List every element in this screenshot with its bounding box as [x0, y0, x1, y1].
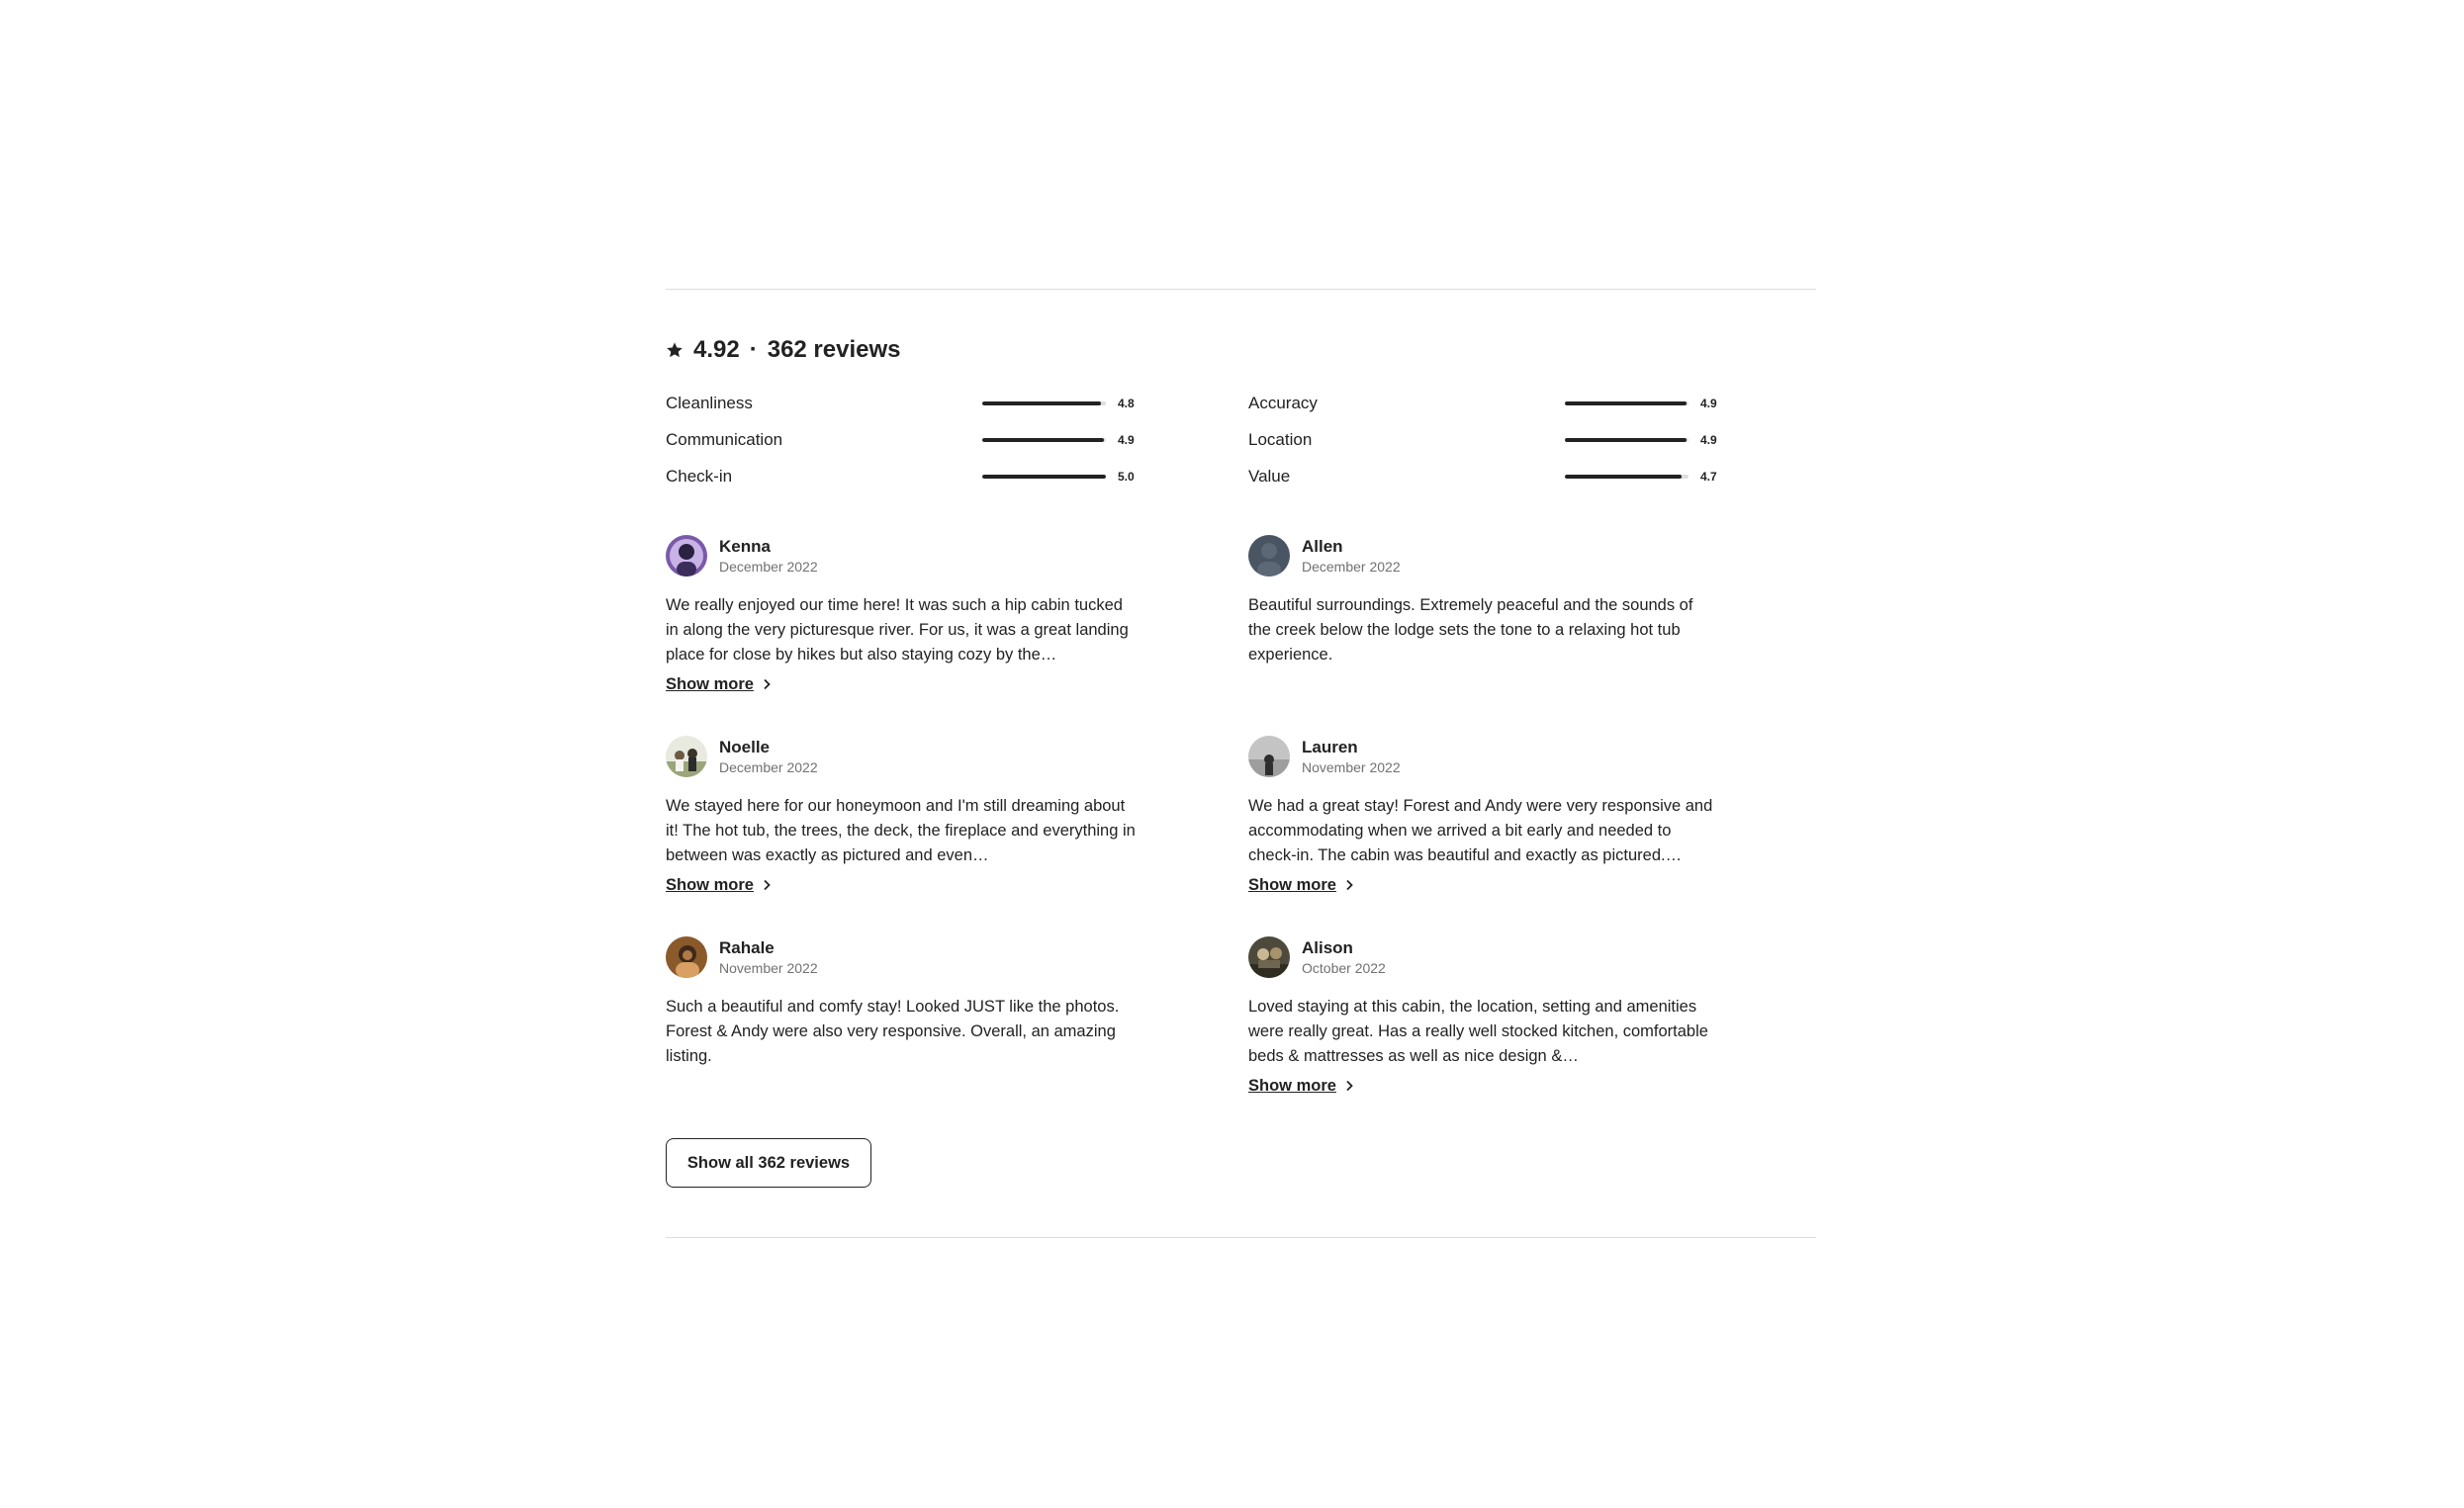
rating-bar: [1565, 401, 1688, 405]
rating-value: 4.7: [1700, 470, 1717, 484]
review-card: Rahale November 2022 Such a beautiful an…: [666, 935, 1248, 1136]
show-more-link[interactable]: Show more: [1248, 1075, 1354, 1097]
rating-value: 4.9: [1118, 433, 1135, 447]
rating-row: Accuracy 4.9: [1248, 394, 1731, 413]
reviews-grid: Kenna December 2022 We really enjoyed ou…: [666, 534, 1731, 1136]
show-more-link[interactable]: Show more: [1248, 874, 1354, 896]
rating-row: Value 4.7: [1248, 467, 1731, 487]
avatar[interactable]: [1248, 936, 1290, 978]
show-more-label: Show more: [1248, 1077, 1336, 1095]
review-date: December 2022: [719, 559, 818, 575]
rating-bar-fill: [982, 438, 1104, 442]
review-date: December 2022: [719, 759, 818, 775]
avatar[interactable]: [666, 936, 707, 978]
review-header: Noelle December 2022: [666, 735, 1248, 778]
rating-value: 5.0: [1118, 470, 1135, 484]
chevron-right-icon: [1344, 879, 1354, 891]
review-card: Kenna December 2022 We really enjoyed ou…: [666, 534, 1248, 735]
review-text: Beautiful surroundings. Extremely peacef…: [1248, 596, 1693, 664]
review-card: Allen December 2022 Beautiful surroundin…: [1248, 534, 1731, 735]
review-header: Allen December 2022: [1248, 534, 1731, 577]
rating-label: Accuracy: [1248, 394, 1318, 412]
rating-row: Check-in 5.0: [666, 467, 1248, 487]
chevron-right-icon: [762, 879, 772, 891]
review-date: December 2022: [1302, 559, 1401, 575]
show-more-label: Show more: [666, 675, 754, 693]
overall-rating: 4.92: [693, 336, 740, 363]
reviewer-name: Alison: [1302, 938, 1353, 957]
rating-bar: [982, 438, 1106, 442]
rating-row: Cleanliness 4.8: [666, 394, 1248, 413]
rating-value: 4.9: [1700, 397, 1717, 410]
rating-label: Check-in: [666, 467, 733, 486]
reviewer-info: Rahale November 2022: [719, 937, 818, 977]
review-card: Lauren November 2022 We had a great stay…: [1248, 735, 1731, 935]
avatar[interactable]: [666, 535, 707, 577]
review-card: Alison October 2022 Loved staying at thi…: [1248, 935, 1731, 1136]
avatar[interactable]: [1248, 736, 1290, 777]
review-date: November 2022: [719, 960, 818, 976]
rating-bar: [1565, 475, 1688, 479]
chevron-right-icon: [1344, 1080, 1354, 1092]
review-header: Rahale November 2022: [666, 935, 1248, 979]
reviewer-name: Noelle: [719, 738, 771, 756]
top-divider: [666, 289, 1816, 290]
reviews-page: 4.92 · 362 reviews Cleanliness 4.8 Accur…: [0, 0, 2464, 1508]
reviewer-info: Noelle December 2022: [719, 737, 818, 776]
rating-bar-fill: [1565, 438, 1687, 442]
review-text: We really enjoyed our time here! It was …: [666, 596, 1129, 664]
review-text: Such a beautiful and comfy stay! Looked …: [666, 998, 1120, 1065]
rating-row: Location 4.9: [1248, 430, 1731, 450]
review-header: Lauren November 2022: [1248, 735, 1731, 778]
rating-value: 4.9: [1700, 433, 1717, 447]
review-header: Alison October 2022: [1248, 935, 1731, 979]
reviewer-info: Allen December 2022: [1302, 536, 1401, 576]
show-more-link[interactable]: Show more: [666, 673, 772, 695]
rating-label: Value: [1248, 467, 1291, 486]
rating-row: Communication 4.9: [666, 430, 1248, 450]
rating-label: Location: [1248, 430, 1313, 449]
rating-bar-fill: [1565, 475, 1682, 479]
rating-bar-fill: [982, 401, 1101, 405]
bottom-divider: [666, 1237, 1816, 1238]
review-text: We had a great stay! Forest and Andy wer…: [1248, 797, 1713, 864]
avatar[interactable]: [1248, 535, 1290, 577]
show-more-link[interactable]: Show more: [666, 874, 772, 896]
chevron-right-icon: [762, 678, 772, 690]
reviewer-info: Kenna December 2022: [719, 536, 818, 576]
avatar[interactable]: [666, 736, 707, 777]
review-text: Loved staying at this cabin, the locatio…: [1248, 998, 1708, 1065]
rating-bar-fill: [1565, 401, 1687, 405]
show-more-label: Show more: [1248, 876, 1336, 894]
reviewer-name: Kenna: [719, 537, 771, 556]
review-text: We stayed here for our honeymoon and I'm…: [666, 797, 1136, 864]
rating-value: 4.8: [1118, 397, 1135, 410]
reviewer-name: Lauren: [1302, 738, 1358, 756]
category-ratings: Cleanliness 4.8 Accuracy 4.9 Communicati…: [666, 394, 1731, 487]
reviewer-info: Alison October 2022: [1302, 937, 1386, 977]
review-date: November 2022: [1302, 759, 1401, 775]
reviewer-info: Lauren November 2022: [1302, 737, 1401, 776]
review-card: Noelle December 2022 We stayed here for …: [666, 735, 1248, 935]
rating-label: Cleanliness: [666, 394, 753, 412]
review-header: Kenna December 2022: [666, 534, 1248, 577]
summary-separator: ·: [749, 336, 758, 363]
rating-summary: 4.92 · 362 reviews: [666, 336, 901, 364]
rating-bar: [982, 475, 1106, 479]
star-icon: [666, 341, 684, 359]
reviewer-name: Allen: [1302, 537, 1343, 556]
review-date: October 2022: [1302, 960, 1386, 976]
show-more-label: Show more: [666, 876, 754, 894]
reviewer-name: Rahale: [719, 938, 775, 957]
reviews-count: 362 reviews: [767, 336, 901, 363]
show-all-reviews-button[interactable]: Show all 362 reviews: [666, 1138, 871, 1188]
rating-bar: [1565, 438, 1688, 442]
rating-label: Communication: [666, 430, 783, 449]
rating-bar-fill: [982, 475, 1106, 479]
rating-bar: [982, 401, 1106, 405]
